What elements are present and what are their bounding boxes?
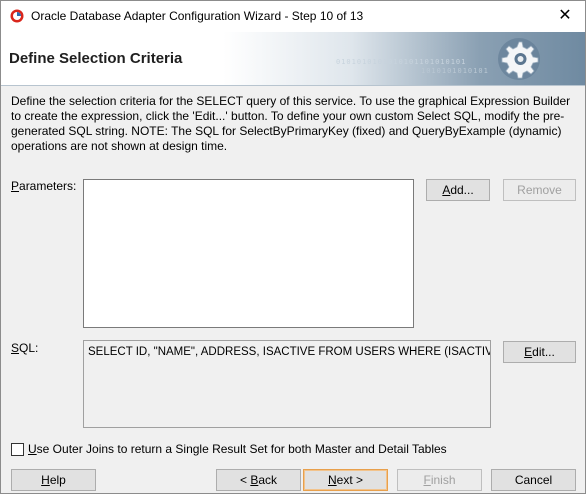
outer-joins-label: Use Outer Joins to return a Single Resul… — [28, 442, 447, 456]
window-title: Oracle Database Adapter Configuration Wi… — [31, 9, 364, 23]
instructions-text: Define the selection criteria for the SE… — [11, 94, 571, 153]
sql-text-area[interactable]: SELECT ID, "NAME", ADDRESS, ISACTIVE FRO… — [83, 340, 491, 428]
add-parameter-button[interactable]: Add... — [426, 179, 490, 201]
close-icon[interactable]: ✕ — [555, 5, 575, 27]
help-button[interactable]: Help — [11, 469, 96, 491]
banner-binary-decoration: 0101010101010101101010101 — [336, 58, 467, 66]
sql-label: SQL: — [11, 341, 39, 355]
remove-parameter-button[interactable]: Remove — [503, 179, 576, 201]
banner-binary-decoration-2: 1010101010101 — [421, 67, 489, 75]
wizard-banner: 0101010101010101101010101 1010101010101 … — [1, 32, 585, 86]
back-button[interactable]: < Back — [216, 469, 301, 491]
outer-joins-checkbox[interactable] — [11, 442, 24, 456]
finish-button[interactable]: Finish — [397, 469, 482, 491]
wizard-window: Oracle Database Adapter Configuration Wi… — [0, 0, 586, 494]
parameters-label: Parameters: — [11, 179, 77, 193]
next-button[interactable]: Next > — [303, 469, 388, 491]
edit-sql-button[interactable]: Edit... — [503, 341, 576, 363]
title-bar: Oracle Database Adapter Configuration Wi… — [1, 1, 585, 32]
oracle-app-icon — [10, 9, 24, 23]
gear-icon — [498, 38, 540, 80]
outer-joins-option[interactable]: Use Outer Joins to return a Single Resul… — [11, 442, 447, 456]
parameters-list[interactable] — [83, 179, 414, 328]
cancel-button[interactable]: Cancel — [491, 469, 576, 491]
page-title: Define Selection Criteria — [9, 50, 183, 67]
